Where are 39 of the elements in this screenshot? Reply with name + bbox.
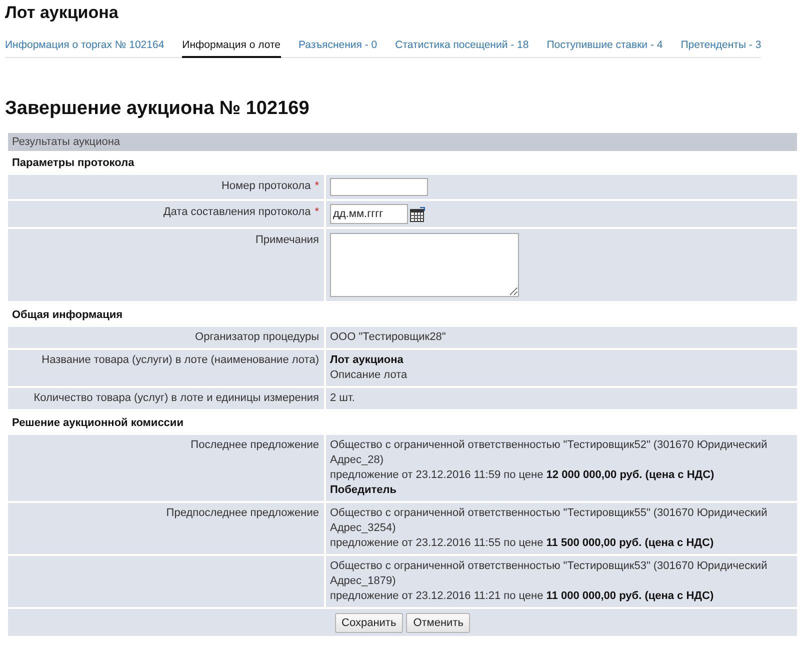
field-label: Количество товара (услуг) в лоте и единицы измерения (34, 392, 319, 404)
cell-text: Лот аукциона (330, 353, 404, 368)
bidder-name: Общество с ограниченной ответственностью "Тестировщик55" (301670 Юридический Адрес_3254) (330, 506, 768, 536)
tab[interactable]: Информация о торгах № 102164 (5, 36, 164, 58)
calendar-icon[interactable] (410, 206, 425, 222)
offer-text: предложение от 23.12.2016 11:55 по цене 11 500 000,00 руб. (цена с НДС) (330, 536, 715, 551)
tab[interactable]: Поступившие ставки - 4 (546, 36, 663, 58)
offer-text: предложение от 23.12.2016 11:59 по цене 12 000 000,00 руб. (цена с НДС) (330, 468, 716, 483)
date-field[interactable]: дд.мм.гггг (330, 204, 408, 224)
section-title: Решение аукционной комиссии (11, 416, 184, 431)
field-label: Последнее предложение (190, 439, 319, 451)
offer-text: предложение от 23.12.2016 11:21 по цене 11 000 000,00 руб. (цена с НДС) (330, 589, 715, 604)
winner-label: Победитель (330, 483, 398, 498)
tab[interactable]: Разъяснения - 0 (298, 36, 378, 58)
tab[interactable]: Претенденты - 3 (680, 36, 762, 58)
required-mark: * (314, 180, 319, 192)
bidder-name: Общество с ограниченной ответственностью "Тестировщик53" (301670 Юридический Адрес_1879) (330, 559, 768, 589)
tab[interactable]: Информация о лоте (182, 36, 281, 58)
section-title: Общая информация (11, 308, 124, 323)
field-label: Номер протокола (221, 180, 311, 192)
bidder-name: Общество с ограниченной ответственностью "Тестировщик52" (301670 Юридический Адрес_28) (330, 438, 768, 468)
section-title: Параметры протокола (11, 156, 136, 171)
cell-text: Описание лота (330, 368, 408, 383)
field-label: Примечания (255, 234, 319, 246)
field-label: Дата составления протокола (163, 206, 311, 218)
page-title: Лот аукциона (5, 2, 120, 24)
field-label: Предпоследнее предложение (166, 507, 319, 519)
field-label: Организатор процедуры (195, 331, 319, 343)
save-button[interactable]: Сохранить (334, 613, 404, 633)
cancel-button[interactable]: Отменить (406, 613, 470, 633)
cell-text: ООО "Тестировщик28" (330, 330, 447, 345)
text-field[interactable] (330, 178, 428, 196)
panel-header: Результаты аукциона (8, 133, 797, 151)
page-heading: Завершение аукциона № 102169 (5, 97, 310, 121)
tab[interactable]: Статистика посещений - 18 (395, 36, 529, 58)
notes-field[interactable] (330, 233, 519, 297)
cell-text: 2 шт. (330, 391, 356, 406)
required-mark: * (314, 206, 319, 218)
field-label: Название товара (услуги) в лоте (наименование лота) (42, 354, 319, 366)
